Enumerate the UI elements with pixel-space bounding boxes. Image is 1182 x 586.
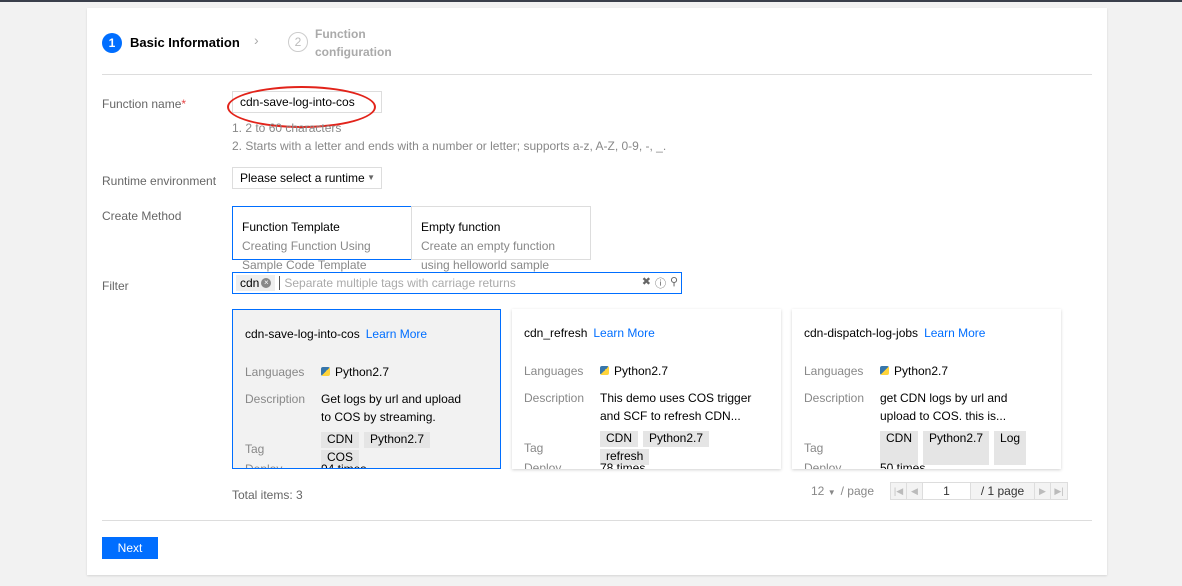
tag: CDN — [600, 431, 638, 447]
total-pages: / 1 page — [971, 483, 1035, 499]
divider — [102, 520, 1092, 521]
create-function-panel: 1 Basic Information › 2 Function configu… — [87, 8, 1107, 575]
clear-icon[interactable]: ✖ — [642, 275, 651, 291]
description-label: Description — [804, 391, 865, 405]
languages-label: Languages — [804, 364, 864, 378]
page-size-select[interactable]: 12 ▼ — [811, 484, 836, 498]
template-card[interactable]: cdn-dispatch-log-jobs Learn More Language… — [792, 309, 1061, 469]
total-items: Total items: 3 — [232, 488, 303, 502]
language-value: Python2.7 — [894, 364, 949, 378]
filter-input[interactable]: cdn × Separate multiple tags with carriag… — [232, 272, 682, 294]
description-label: Description — [524, 391, 585, 405]
method-function-template[interactable]: Function Template Creating Function Usin… — [232, 206, 412, 272]
deploy-label: Deploy — [804, 461, 842, 469]
divider — [102, 74, 1092, 75]
description-line: This demo uses COS trigger — [600, 391, 752, 405]
chevron-right-icon: › — [254, 32, 259, 48]
pagination: 12 ▼ / page |◀ ◀ 1 / 1 page ▶ ▶| — [811, 482, 1068, 500]
card-title: cdn-save-log-into-cos — [245, 327, 360, 341]
languages-label: Languages — [524, 364, 584, 378]
runtime-label: Runtime environment — [102, 174, 217, 188]
template-card[interactable]: cdn-save-log-into-cos Learn More Language… — [232, 309, 501, 469]
description-line: to COS by streaming. — [321, 410, 436, 424]
first-page-icon[interactable]: |◀ — [891, 483, 907, 499]
last-page-icon[interactable]: ▶| — [1051, 483, 1067, 499]
deploy-value: 94 times — [321, 462, 367, 469]
tag: CDN — [321, 432, 359, 448]
python-icon — [880, 366, 889, 375]
method-sub: Creating Function Using — [242, 239, 371, 253]
tag: Python2.7 — [643, 431, 710, 447]
tag: Python2.7 — [923, 431, 990, 465]
page-input[interactable]: 1 — [923, 483, 971, 499]
hint-length: 1. 2 to 60 characters — [232, 121, 342, 135]
method-sub: Create an empty function — [421, 239, 556, 253]
create-method-label: Create Method — [102, 209, 182, 223]
per-page-label: / page — [840, 484, 874, 498]
remove-tag-icon[interactable]: × — [261, 278, 272, 288]
prev-page-icon[interactable]: ◀ — [907, 483, 923, 499]
caret-down-icon: ▼ — [827, 488, 836, 497]
step-1-indicator: 1 — [102, 33, 122, 53]
step-2-label: Function configuration — [315, 27, 392, 59]
deploy-value: 78 times — [600, 461, 646, 469]
filter-placeholder: Separate multiple tags with carriage ret… — [279, 276, 641, 290]
description-line: and SCF to refresh CDN... — [600, 409, 741, 423]
languages-label: Languages — [245, 365, 305, 379]
language-value: Python2.7 — [335, 365, 390, 379]
python-icon — [321, 367, 330, 376]
method-title: Empty function — [421, 220, 501, 234]
info-icon[interactable]: ⓘ — [655, 275, 666, 291]
tag: Python2.7 — [364, 432, 431, 448]
hint-format: 2. Starts with a letter and ends with a … — [232, 139, 667, 153]
template-card[interactable]: cdn_refresh Learn More Languages Python2.7… — [512, 309, 781, 469]
tag: Log — [994, 431, 1027, 465]
filter-tag: cdn × — [236, 275, 276, 291]
next-page-icon[interactable]: ▶ — [1035, 483, 1051, 499]
learn-more-link[interactable]: Learn More — [924, 326, 985, 340]
deploy-label: Deploy — [245, 462, 283, 469]
card-title: cdn_refresh — [524, 326, 588, 340]
python-icon — [600, 366, 609, 375]
caret-down-icon: ▼ — [367, 173, 375, 182]
deploy-value: 50 times — [880, 461, 926, 469]
search-icon[interactable]: ⚲ — [670, 275, 678, 291]
description-label: Description — [245, 392, 306, 406]
description-line: Get logs by url and upload — [321, 392, 462, 406]
step-1-label: Basic Information — [130, 35, 240, 50]
description-line: get CDN logs by url and — [880, 391, 1008, 405]
runtime-select[interactable]: Please select a runtime ▼ — [232, 167, 382, 189]
description-line: upload to COS. this is... — [880, 409, 1007, 423]
learn-more-link[interactable]: Learn More — [366, 327, 427, 341]
card-title: cdn-dispatch-log-jobs — [804, 326, 919, 340]
method-title: Function Template — [242, 220, 340, 234]
filter-label: Filter — [102, 279, 129, 293]
top-bar — [0, 0, 1182, 2]
filter-tag-text: cdn — [240, 276, 260, 290]
step-2-indicator: 2 — [288, 32, 308, 52]
language-value: Python2.7 — [614, 364, 669, 378]
next-button[interactable]: Next — [102, 537, 158, 559]
method-empty-function[interactable]: Empty function Create an empty function … — [411, 206, 591, 272]
deploy-label: Deploy — [524, 461, 562, 469]
label-text: Function name — [102, 97, 182, 111]
learn-more-link[interactable]: Learn More — [593, 326, 654, 340]
runtime-value: Please select a runtime — [240, 171, 365, 185]
page-size-value: 12 — [811, 484, 825, 498]
function-name-label: Function name* — [102, 97, 186, 111]
required-mark: * — [181, 97, 187, 111]
